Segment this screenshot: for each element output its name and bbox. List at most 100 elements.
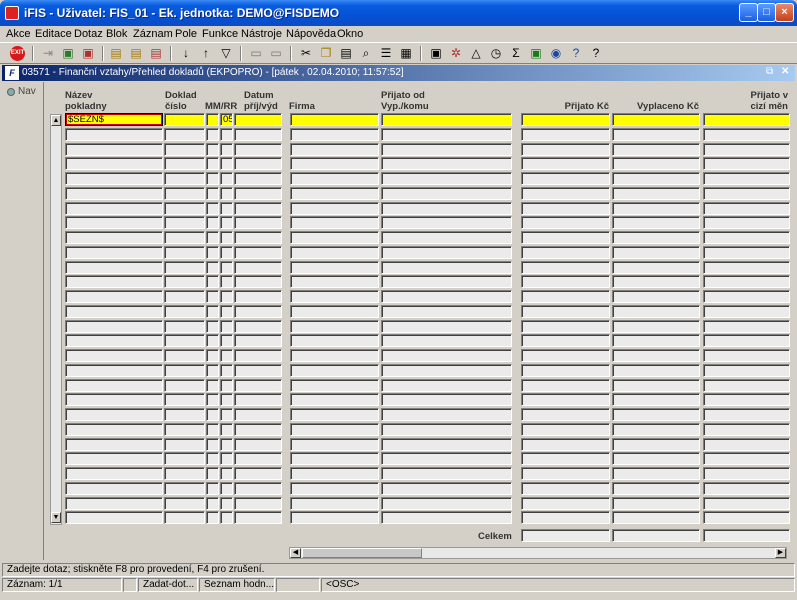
cell-doklad-cislo[interactable] [164, 364, 205, 377]
cell-datum[interactable] [234, 452, 282, 465]
cell-firma[interactable] [290, 128, 379, 141]
cell-nazev-pokladny[interactable] [65, 187, 163, 200]
cell-prijato-kc[interactable] [521, 408, 610, 421]
cell-firma[interactable] [290, 143, 379, 156]
help-icon[interactable]: ? [588, 46, 604, 61]
excel-icon[interactable]: ▣ [528, 46, 544, 61]
cell-rr[interactable] [220, 305, 233, 318]
cell-firma[interactable] [290, 423, 379, 436]
cell-rr[interactable] [220, 143, 233, 156]
execute-query-icon[interactable]: ▤ [128, 46, 144, 61]
cell-mm[interactable] [206, 511, 219, 524]
cell-prijato-kc[interactable] [521, 143, 610, 156]
paste-icon[interactable]: ▤ [338, 46, 354, 61]
cell-nazev-pokladny[interactable] [65, 467, 163, 480]
cell-firma[interactable] [290, 216, 379, 229]
cell-prijato-od[interactable] [381, 438, 512, 451]
cell-prijato-od[interactable] [381, 364, 512, 377]
cell-rr[interactable] [220, 393, 233, 406]
cell-doklad-cislo[interactable] [164, 231, 205, 244]
cell-prijato-cizi[interactable] [703, 349, 790, 362]
cell-rr[interactable]: 05 [220, 113, 233, 126]
cell-rr[interactable] [220, 408, 233, 421]
list-icon[interactable]: ☰ [378, 46, 394, 61]
cell-nazev-pokladny[interactable] [65, 261, 163, 274]
cell-datum[interactable] [234, 231, 282, 244]
cell-datum[interactable] [234, 408, 282, 421]
cell-prijato-kc[interactable] [521, 452, 610, 465]
cell-firma[interactable] [290, 393, 379, 406]
cell-nazev-pokladny[interactable] [65, 452, 163, 465]
cell-doklad-cislo[interactable] [164, 187, 205, 200]
cell-datum[interactable] [234, 393, 282, 406]
cell-prijato-cizi[interactable] [703, 187, 790, 200]
cell-prijato-kc[interactable] [521, 364, 610, 377]
menu-pole[interactable]: Pole [175, 28, 197, 40]
cell-doklad-cislo[interactable] [164, 497, 205, 510]
cell-vyplaceno-kc[interactable] [612, 305, 700, 318]
cell-mm[interactable] [206, 423, 219, 436]
cell-prijato-od[interactable] [381, 290, 512, 303]
cell-doklad-cislo[interactable] [164, 452, 205, 465]
cell-prijato-kc[interactable] [521, 334, 610, 347]
cell-mm[interactable] [206, 275, 219, 288]
cell-doklad-cislo[interactable] [164, 305, 205, 318]
cell-prijato-od[interactable] [381, 261, 512, 274]
cell-datum[interactable] [234, 334, 282, 347]
cell-prijato-kc[interactable] [521, 423, 610, 436]
cancel-query-icon[interactable]: ▤ [148, 46, 164, 61]
cell-prijato-cizi[interactable] [703, 202, 790, 215]
cell-prijato-kc[interactable] [521, 482, 610, 495]
cell-datum[interactable] [234, 320, 282, 333]
cell-rr[interactable] [220, 497, 233, 510]
warning-icon[interactable]: △ [468, 46, 484, 61]
cell-prijato-cizi[interactable] [703, 334, 790, 347]
cell-prijato-od[interactable] [381, 511, 512, 524]
cell-doklad-cislo[interactable] [164, 261, 205, 274]
cell-prijato-od[interactable] [381, 128, 512, 141]
cell-firma[interactable] [290, 261, 379, 274]
cell-nazev-pokladny[interactable] [65, 334, 163, 347]
cell-firma[interactable] [290, 246, 379, 259]
cell-datum[interactable] [234, 113, 282, 126]
cell-rr[interactable] [220, 290, 233, 303]
cell-vyplaceno-kc[interactable] [612, 364, 700, 377]
cell-prijato-od[interactable] [381, 452, 512, 465]
cell-prijato-od[interactable] [381, 497, 512, 510]
cell-datum[interactable] [234, 482, 282, 495]
cell-mm[interactable] [206, 231, 219, 244]
vertical-scrollbar[interactable]: ▲ ▼ [50, 114, 62, 525]
cell-prijato-od[interactable] [381, 202, 512, 215]
cell-firma[interactable] [290, 438, 379, 451]
cell-vyplaceno-kc[interactable] [612, 157, 700, 170]
cell-rr[interactable] [220, 128, 233, 141]
grid-icon[interactable]: ▦ [398, 46, 414, 61]
cell-doklad-cislo[interactable] [164, 143, 205, 156]
cell-nazev-pokladny[interactable] [65, 349, 163, 362]
clock-icon[interactable]: ◷ [488, 46, 504, 61]
cell-vyplaceno-kc[interactable] [612, 452, 700, 465]
cell-mm[interactable] [206, 452, 219, 465]
cell-prijato-od[interactable] [381, 482, 512, 495]
cell-doklad-cislo[interactable] [164, 275, 205, 288]
cell-nazev-pokladny[interactable] [65, 305, 163, 318]
cell-firma[interactable] [290, 275, 379, 288]
cell-datum[interactable] [234, 143, 282, 156]
cell-prijato-kc[interactable] [521, 305, 610, 318]
cell-prijato-kc[interactable] [521, 511, 610, 524]
cell-datum[interactable] [234, 128, 282, 141]
cell-doklad-cislo[interactable] [164, 438, 205, 451]
cell-firma[interactable] [290, 320, 379, 333]
close-button[interactable]: × [775, 3, 794, 22]
cell-prijato-cizi[interactable] [703, 290, 790, 303]
scroll-thumb[interactable] [302, 548, 422, 558]
cell-prijato-od[interactable] [381, 408, 512, 421]
filter-icon[interactable]: ▽ [218, 46, 234, 61]
cell-vyplaceno-kc[interactable] [612, 143, 700, 156]
cell-mm[interactable] [206, 364, 219, 377]
cell-doklad-cislo[interactable] [164, 334, 205, 347]
window-title-bar[interactable]: iFIS - Uživatel: FIS_01 - Ek. jednotka: … [0, 0, 797, 26]
cell-prijato-kc[interactable] [521, 128, 610, 141]
exit-icon[interactable]: EXIT [10, 46, 25, 61]
cell-vyplaceno-kc[interactable] [612, 128, 700, 141]
